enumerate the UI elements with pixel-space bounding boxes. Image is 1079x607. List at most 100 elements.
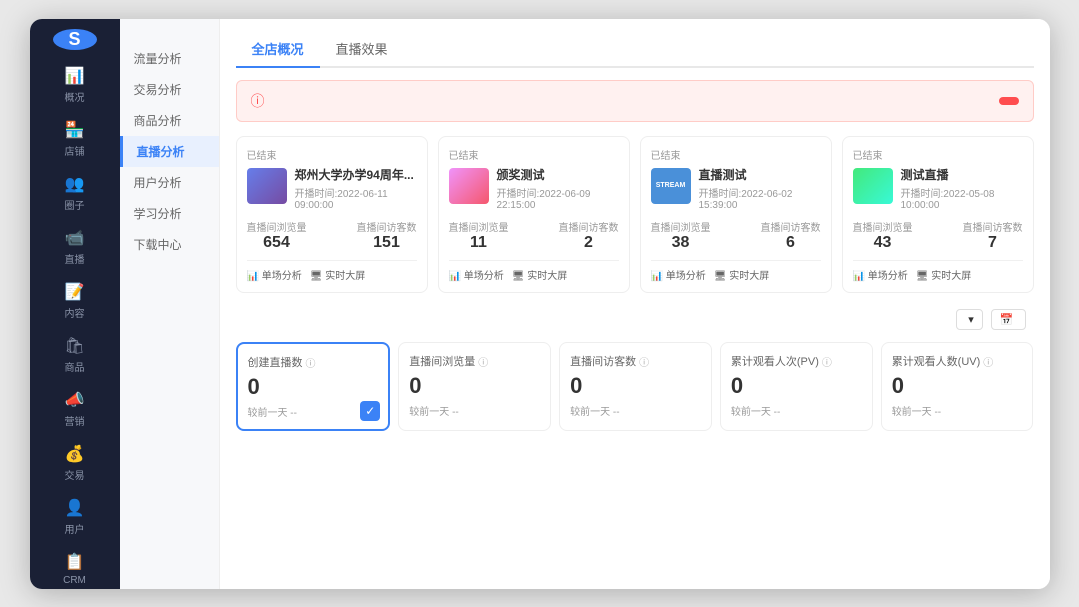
- trend-filters: ▾ 📅: [948, 309, 1033, 330]
- stat-visitors: 直播间访客数 6: [761, 219, 821, 252]
- card-actions: 📊 单场分析 🖥 实时大屏: [651, 260, 821, 282]
- trend-header: ▾ 📅: [236, 309, 1034, 330]
- sidebar-icon-8: 👤: [65, 498, 85, 518]
- stat-views: 直播间浏览量 43: [853, 219, 913, 252]
- card-header: 郑州大学办学94周年... 开播时间:2022-06-11 09:00:00: [247, 168, 417, 212]
- sidebar-item-CRM[interactable]: 📋CRM: [59, 544, 90, 589]
- card-title: 直播测试: [699, 168, 821, 184]
- trend-card-compare: 较前一天 --: [409, 403, 540, 418]
- trend-card[interactable]: 直播间浏览量 ⓘ 0 较前一天 --: [398, 342, 551, 431]
- sidebar-item-内容[interactable]: 📝内容: [59, 274, 90, 328]
- card-time: 开播时间:2022-06-02 15:39:00: [699, 185, 821, 211]
- sub-sidebar-item-商品分析[interactable]: 商品分析: [120, 105, 219, 136]
- card-status: 已结束: [449, 147, 619, 162]
- scene-analysis-btn[interactable]: 📊 单场分析: [853, 267, 908, 282]
- trend-card-compare: 较前一天 --: [570, 403, 701, 418]
- date-filter-select[interactable]: 📅: [991, 309, 1026, 330]
- scene-analysis-btn[interactable]: 📊 单场分析: [651, 267, 706, 282]
- sidebar-icon-6: 📣: [65, 390, 85, 410]
- sidebar-item-圈子[interactable]: 👥圈子: [59, 166, 90, 220]
- sub-sidebar-item-流量分析[interactable]: 流量分析: [120, 43, 219, 74]
- card-title: 郑州大学办学94周年...: [295, 168, 417, 184]
- card-time: 开播时间:2022-06-09 22:15:00: [497, 185, 619, 211]
- card-stats: 直播间浏览量 43 直播间访客数 7: [853, 219, 1023, 252]
- stat-views-value: 11: [449, 234, 509, 252]
- stat-visitors-label: 直播间访客数: [963, 219, 1023, 234]
- trend-card-title: 累计观看人次(PV) ⓘ: [731, 353, 862, 369]
- card-time: 开播时间:2022-05-08 10:00:00: [901, 185, 1023, 211]
- sidebar-item-用户[interactable]: 👤用户: [59, 490, 90, 544]
- scene-analysis-btn[interactable]: 📊 单场分析: [247, 267, 302, 282]
- sidebar-label-4: 内容: [65, 305, 85, 320]
- alert-text: ⓘ: [251, 91, 271, 111]
- subscribe-button[interactable]: [999, 97, 1019, 105]
- trend-card[interactable]: 累计观看人次(PV) ⓘ 0 较前一天 --: [720, 342, 873, 431]
- sidebar-item-交易[interactable]: 💰 交易: [59, 436, 90, 490]
- realtime-screen-btn[interactable]: 🖥 实时大屏: [512, 267, 567, 282]
- trend-card-compare: 较前一天 --: [731, 403, 862, 418]
- realtime-screen-btn[interactable]: 🖥 实时大屏: [310, 267, 365, 282]
- sub-sidebar: 流量分析交易分析商品分析直播分析用户分析学习分析下载中心: [120, 19, 220, 589]
- info-icon: ⓘ: [822, 354, 832, 369]
- stat-visitors: 直播间访客数 2: [559, 219, 619, 252]
- sidebar-item-营销[interactable]: 📣 营销: [59, 382, 90, 436]
- stat-views-label: 直播间浏览量: [449, 219, 509, 234]
- sub-sidebar-item-下载中心[interactable]: 下载中心: [120, 229, 219, 260]
- trend-card[interactable]: 创建直播数 ⓘ 0 较前一天 -- ✓: [236, 342, 391, 431]
- card-stats: 直播间浏览量 11 直播间访客数 2: [449, 219, 619, 252]
- sidebar-item-店铺[interactable]: 🏪店铺: [59, 112, 90, 166]
- stat-views-label: 直播间浏览量: [247, 219, 307, 234]
- stat-views: 直播间浏览量 38: [651, 219, 711, 252]
- sidebar-icon-0: 📊: [65, 66, 85, 86]
- trend-card[interactable]: 直播间访客数 ⓘ 0 较前一天 --: [559, 342, 712, 431]
- tabs-bar: 全店概况直播效果: [236, 31, 1034, 68]
- sidebar-item-商品[interactable]: 🛍商品: [59, 328, 90, 382]
- time-filter-select[interactable]: ▾: [956, 309, 983, 330]
- live-cards-container: 已结束 郑州大学办学94周年... 开播时间:2022-06-11 09:00:…: [236, 136, 1034, 294]
- trend-card-value: 0: [570, 373, 701, 399]
- sidebar-item-直播[interactable]: 📹直播: [59, 220, 90, 274]
- card-thumbnail: [853, 168, 893, 204]
- main-window: S 📊概况🏪店铺👥圈子📹直播📝内容🛍商品📣营销💰交易👤用户📋CRM💼企微📈数据🔲…: [30, 19, 1050, 589]
- sub-sidebar-item-用户分析[interactable]: 用户分析: [120, 167, 219, 198]
- card-info: 直播测试 开播时间:2022-06-02 15:39:00: [699, 168, 821, 212]
- trend-card-value: 0: [409, 373, 540, 399]
- card-header: 颁奖测试 开播时间:2022-06-09 22:15:00: [449, 168, 619, 212]
- card-actions: 📊 单场分析 🖥 实时大屏: [247, 260, 417, 282]
- card-info: 颁奖测试 开播时间:2022-06-09 22:15:00: [497, 168, 619, 212]
- stat-views: 直播间浏览量 654: [247, 219, 307, 252]
- main-content: 全店概况直播效果 ⓘ 已结束 郑州大学办学94周年... 开播时间:2022-0…: [220, 19, 1050, 589]
- stat-visitors-value: 2: [559, 234, 619, 252]
- sidebar-label-6: 营销: [65, 413, 85, 428]
- realtime-screen-btn[interactable]: 🖥 实时大屏: [916, 267, 971, 282]
- scene-analysis-btn[interactable]: 📊 单场分析: [449, 267, 504, 282]
- card-status: 已结束: [853, 147, 1023, 162]
- realtime-screen-btn[interactable]: 🖥 实时大屏: [714, 267, 769, 282]
- tab-0[interactable]: 全店概况: [236, 31, 320, 68]
- check-icon: ✓: [360, 401, 380, 421]
- card-thumbnail: [449, 168, 489, 204]
- sidebar-logo: S: [53, 29, 97, 50]
- trend-card-compare: 较前一天 --: [248, 404, 379, 419]
- info-icon: ⓘ: [478, 354, 488, 369]
- sub-sidebar-item-交易分析[interactable]: 交易分析: [120, 74, 219, 105]
- sub-sidebar-item-直播分析[interactable]: 直播分析: [120, 136, 219, 167]
- sidebar-item-概况[interactable]: 📊概况: [59, 58, 90, 112]
- sidebar-icon-7: 💰: [65, 444, 85, 464]
- sidebar-icon-1: 🏪: [65, 120, 85, 140]
- stat-views-value: 654: [247, 234, 307, 252]
- trend-card[interactable]: 累计观看人数(UV) ⓘ 0 较前一天 --: [881, 342, 1034, 431]
- tab-1[interactable]: 直播效果: [320, 31, 404, 68]
- alert-icon: ⓘ: [251, 91, 265, 111]
- info-icon: ⓘ: [639, 354, 649, 369]
- stat-visitors-label: 直播间访客数: [357, 219, 417, 234]
- sub-sidebar-item-学习分析[interactable]: 学习分析: [120, 198, 219, 229]
- card-header: STREAM 直播测试 开播时间:2022-06-02 15:39:00: [651, 168, 821, 212]
- live-card: 已结束 郑州大学办学94周年... 开播时间:2022-06-11 09:00:…: [236, 136, 428, 294]
- trend-card-title: 创建直播数 ⓘ: [248, 354, 379, 370]
- card-thumbnail: [247, 168, 287, 204]
- trend-card-title: 直播间访客数 ⓘ: [570, 353, 701, 369]
- trend-card-compare: 较前一天 --: [892, 403, 1023, 418]
- card-thumbnail: STREAM: [651, 168, 691, 204]
- sidebar-label-7: 交易: [65, 467, 85, 482]
